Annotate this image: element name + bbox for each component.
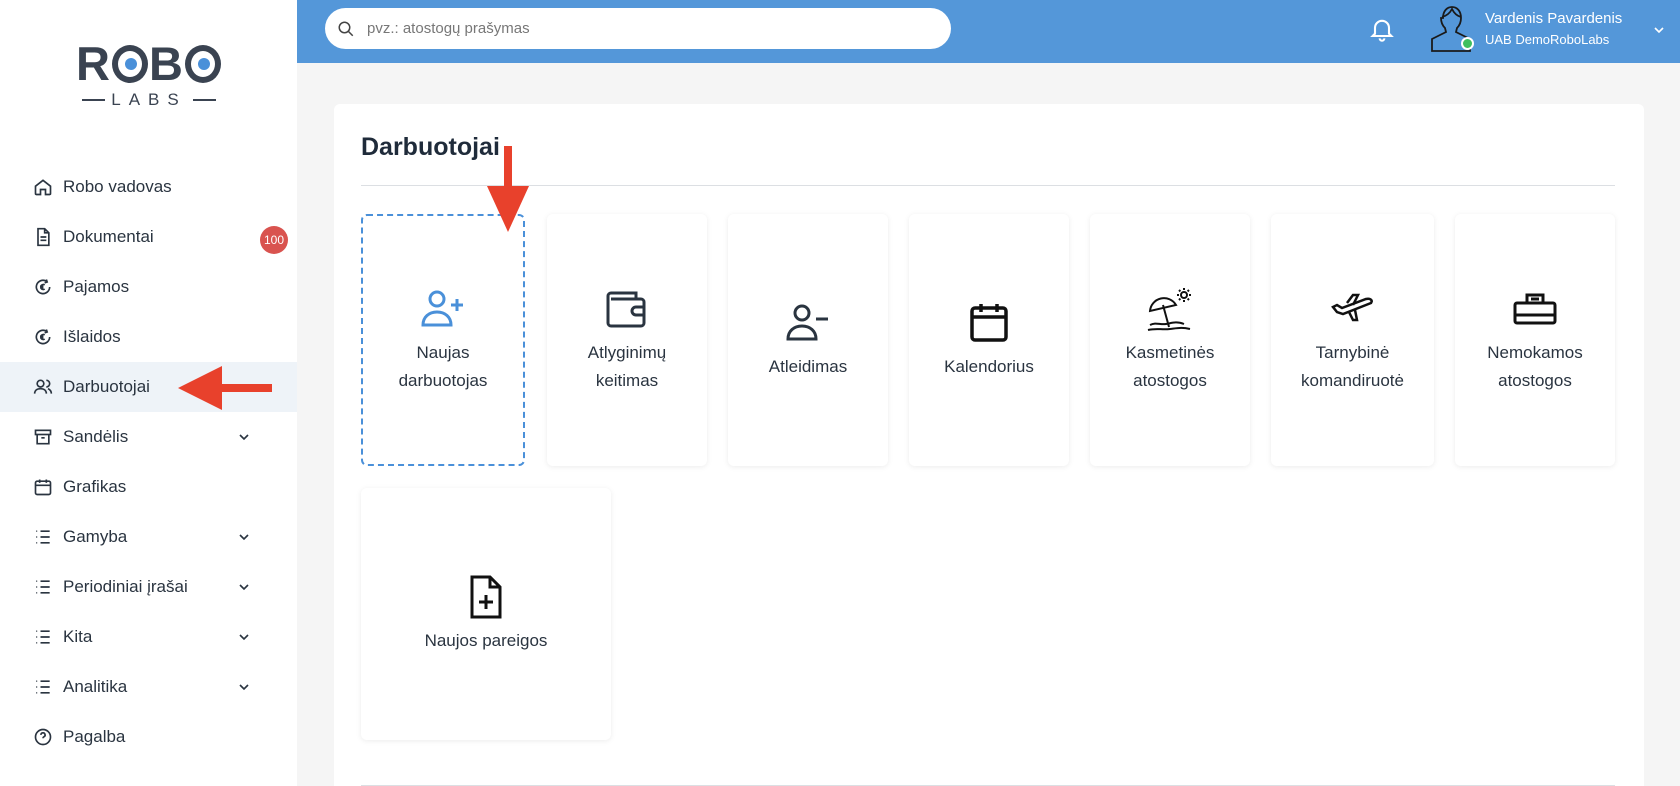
sidebar-item-kita[interactable]: Kita [0, 612, 297, 662]
robolabs-logo[interactable]: RB LABS [76, 40, 222, 112]
calendar-icon [33, 477, 53, 497]
sidebar-item-label: Pagalba [63, 727, 126, 746]
search-icon [338, 21, 354, 36]
sidebar-item-label: Išlaidos [63, 327, 121, 346]
archive-icon [33, 427, 53, 447]
top-bar: Vardenis Pavardenis UAB DemoRoboLabs [297, 0, 1680, 63]
sidebar-item-periodiniai-irasai[interactable]: Periodiniai įrašai [0, 562, 297, 612]
tile-label: Atleidimas [768, 357, 848, 376]
home-icon [33, 177, 53, 197]
search-bar[interactable] [325, 8, 951, 49]
tile-atleidimas[interactable]: Atleidimas [728, 214, 888, 466]
tile-label: Kasmetinės atostogos [1125, 343, 1215, 390]
user-name[interactable]: Vardenis Pavardenis [1485, 10, 1622, 27]
chevron-down-icon[interactable] [236, 429, 252, 445]
airplane-icon [1329, 285, 1377, 333]
documents-count-badge: 100 [260, 226, 288, 254]
bell-icon[interactable] [1368, 14, 1396, 44]
cash-register-icon [1511, 285, 1559, 333]
user-minus-icon [784, 299, 832, 347]
sidebar-item-grafikas[interactable]: Grafikas [0, 462, 297, 512]
tile-kalendorius[interactable]: Kalendorius [909, 214, 1069, 466]
main-content: Darbuotojai Naujas darbuotojas Atlyginim… [334, 104, 1644, 786]
sidebar-item-label: Kita [63, 627, 93, 646]
calendar-icon [965, 299, 1013, 347]
sidebar-item-pajamos[interactable]: Pajamos [0, 262, 297, 312]
page-title: Darbuotojai [361, 133, 500, 161]
list-icon [33, 677, 53, 697]
list-icon [33, 627, 53, 647]
sidebar-item-islaidos[interactable]: Išlaidos [0, 312, 297, 362]
sidebar-item-label: Analitika [63, 677, 128, 696]
beach-umbrella-icon [1146, 285, 1194, 333]
sidebar-item-label: Grafikas [63, 477, 127, 496]
sidebar-item-label: Gamyba [63, 527, 128, 546]
sidebar-item-label: Darbuotojai [63, 377, 150, 396]
sidebar-item-label: Pajamos [63, 277, 130, 296]
chevron-down-icon[interactable] [236, 579, 252, 595]
sidebar-item-label: Robo vadovas [63, 177, 172, 196]
title-divider [361, 185, 1615, 186]
tile-naujas-darbuotojas[interactable]: Naujas darbuotojas [361, 214, 525, 466]
user-company[interactable]: UAB DemoRoboLabs [1485, 32, 1609, 47]
chevron-down-icon[interactable] [236, 629, 252, 645]
annotation-arrow-down-icon [487, 146, 529, 232]
tile-label: Tarnybinė komandiruotė [1300, 343, 1404, 390]
sidebar-item-label: Sandėlis [63, 427, 129, 446]
sidebar-nav: Robo vadovas Dokumentai 100 Pajamos Išla… [0, 162, 297, 762]
chevron-down-icon[interactable] [236, 679, 252, 695]
user-plus-icon [419, 285, 467, 333]
document-icon [33, 227, 53, 247]
tile-label: Kalendorius [944, 357, 1034, 376]
tile-naujos-pareigos[interactable]: Naujos pareigos [361, 488, 611, 740]
tile-kasmetines-atostogos[interactable]: Kasmetinės atostogos [1090, 214, 1250, 466]
chevron-down-icon[interactable] [236, 529, 252, 545]
sidebar-item-dokumentai[interactable]: Dokumentai 100 [0, 212, 297, 262]
tile-tarnybine-komandiruote[interactable]: Tarnybinė komandiruotė [1271, 214, 1434, 466]
users-icon [33, 377, 53, 397]
euro-expense-icon [33, 327, 53, 347]
tile-label: Naujos pareigos [424, 631, 548, 650]
sidebar-item-analitika[interactable]: Analitika [0, 662, 297, 712]
annotation-arrow-left-icon [178, 366, 272, 410]
tile-atlyginimu-keitimas[interactable]: Atlyginimų keitimas [547, 214, 707, 466]
sidebar-item-pagalba[interactable]: Pagalba [0, 712, 297, 762]
sidebar-item-robo-vadovas[interactable]: Robo vadovas [0, 162, 297, 212]
tile-label: Nemokamos atostogos [1487, 343, 1583, 390]
tile-label: Naujas darbuotojas [398, 343, 488, 390]
tile-label: Atlyginimų keitimas [587, 343, 667, 390]
logo-subtext: LABS [111, 90, 187, 109]
help-icon [33, 727, 53, 747]
search-input[interactable] [367, 20, 927, 37]
sidebar-item-sandelis[interactable]: Sandėlis [0, 412, 297, 462]
wallet-icon [603, 285, 651, 333]
sidebar-item-label: Periodiniai įrašai [63, 577, 188, 596]
list-icon [33, 577, 53, 597]
sidebar-item-gamyba[interactable]: Gamyba [0, 512, 297, 562]
chevron-down-icon[interactable] [1651, 22, 1667, 38]
file-plus-icon [462, 573, 510, 621]
tile-nemokamos-atostogos[interactable]: Nemokamos atostogos [1455, 214, 1615, 466]
list-icon [33, 527, 53, 547]
sidebar-item-label: Dokumentai [63, 227, 154, 246]
online-status-indicator [1461, 37, 1474, 50]
euro-income-icon [33, 277, 53, 297]
